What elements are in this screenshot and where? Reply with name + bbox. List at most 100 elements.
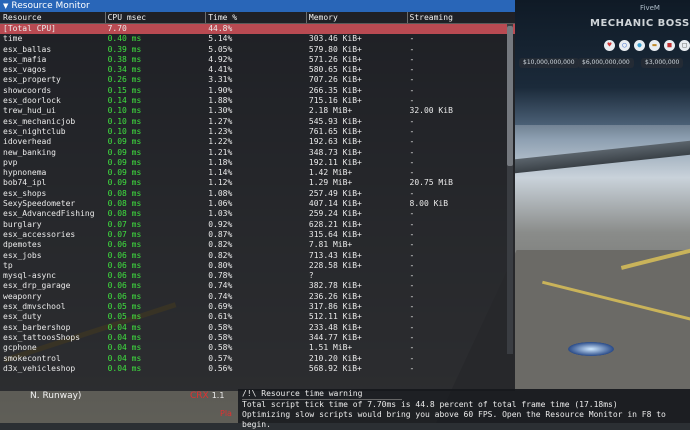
table-row[interactable]: weaponry 0.06 ms 0.74% 236.26 KiB+ - <box>0 292 515 302</box>
column-header-time[interactable]: Time % <box>205 12 306 23</box>
table-row[interactable]: esx_dmvschool 0.05 ms 0.69% 317.86 KiB+ - <box>0 302 515 312</box>
bridge <box>515 140 690 174</box>
table-row[interactable]: esx_vagos 0.34 ms 4.41% 580.65 KiB+ - <box>0 65 515 75</box>
table-row[interactable]: d3x_vehicleshop 0.04 ms 0.56% 568.92 KiB+ - <box>0 364 515 374</box>
table-row[interactable]: esx_property 0.26 ms 3.31% 707.26 KiB+ - <box>0 75 515 85</box>
table-row[interactable]: esx_barbershop 0.04 ms 0.58% 233.48 KiB+ - <box>0 323 515 333</box>
cell-memory: 713.43 KiB+ <box>308 250 362 260</box>
table-header: Resource CPU msec Time % Memory Streamin… <box>0 12 515 24</box>
table-row[interactable]: esx_doorlock 0.14 ms 1.88% 715.16 KiB+ - <box>0 96 515 106</box>
table-row[interactable]: new_banking 0.09 ms 1.21% 348.73 KiB+ - <box>0 148 515 158</box>
cell-memory: 545.93 KiB+ <box>308 116 362 126</box>
table-row[interactable]: SexySpeedometer 0.08 ms 1.06% 407.14 KiB+ 8.… <box>0 199 515 209</box>
cell-memory: 236.26 KiB+ <box>308 291 362 301</box>
cell-cpu: 0.26 ms <box>107 75 142 85</box>
cell-memory: 210.20 KiB+ <box>308 353 362 363</box>
window-title-bar[interactable]: ▼ Resource Monitor <box>0 0 515 12</box>
cell-streaming: - <box>409 260 415 270</box>
cell-memory: 382.78 KiB+ <box>308 281 362 291</box>
table-row[interactable]: esx_jobs 0.06 ms 0.82% 713.43 KiB+ - <box>0 251 515 261</box>
table-row[interactable]: esx_AdvancedFishing 0.08 ms 1.03% 259.24 Ki… <box>0 209 515 219</box>
cell-streaming: - <box>409 250 415 260</box>
table-row[interactable]: tp 0.06 ms 0.80% 228.58 KiB+ - <box>0 261 515 271</box>
cell-time: 1.03% <box>208 209 233 219</box>
cell-cpu: 0.05 ms <box>107 312 142 322</box>
cell-resource: SexySpeedometer <box>3 199 76 209</box>
cell-cpu: 0.07 ms <box>107 229 142 239</box>
cell-time: 0.78% <box>208 271 233 281</box>
cell-cpu: 0.04 ms <box>107 332 142 342</box>
table-row[interactable]: gcphone 0.04 ms 0.58% 1.51 MiB+ - <box>0 343 515 353</box>
cell-time: 1.88% <box>208 96 233 106</box>
scrollbar-thumb[interactable] <box>507 26 513 166</box>
table-row[interactable]: idoverhead 0.09 ms 1.22% 192.63 KiB+ - <box>0 137 515 147</box>
cell-streaming: - <box>409 281 415 291</box>
cell-memory: 628.21 KiB+ <box>308 219 362 229</box>
cell-streaming: - <box>409 65 415 75</box>
cell-time: 1.08% <box>208 188 233 198</box>
table-row[interactable]: dpemotes 0.06 ms 0.82% 7.81 MiB+ - <box>0 240 515 250</box>
cell-time: 0.82% <box>208 250 233 260</box>
table-row[interactable]: [Total CPU] 7.70 44.8% <box>0 24 515 35</box>
cell-resource: esx_mechanicjob <box>3 116 76 126</box>
collapse-triangle-icon[interactable]: ▼ <box>3 0 8 12</box>
cell-memory: 315.64 KiB+ <box>308 229 362 239</box>
table-row[interactable]: esx_drp_garage 0.06 ms 0.74% 382.78 KiB+ - <box>0 281 515 291</box>
table-row[interactable]: bob74_ipl 0.09 ms 1.12% 1.29 MiB+ 20.75 MiB <box>0 178 515 188</box>
cell-streaming: - <box>409 302 415 312</box>
cell-streaming: - <box>409 240 415 250</box>
column-header-memory[interactable]: Memory <box>305 12 407 23</box>
cell-resource: esx_jobs <box>3 250 42 260</box>
table-row[interactable]: esx_accessories 0.07 ms 0.87% 315.64 KiB+ - <box>0 230 515 240</box>
table-row[interactable]: esx_nightclub 0.10 ms 1.23% 761.65 KiB+ - <box>0 127 515 137</box>
cell-cpu: 0.09 ms <box>107 137 142 147</box>
table-row[interactable]: esx_tattoosShops 0.04 ms 0.58% 344.77 KiB+ - <box>0 333 515 343</box>
cell-time: 0.74% <box>208 291 233 301</box>
black-money: $3,000,000 <box>641 58 684 68</box>
cell-cpu: 0.05 ms <box>107 302 142 312</box>
table-row[interactable]: showcoords 0.15 ms 1.90% 266.35 KiB+ - <box>0 86 515 96</box>
table-row[interactable]: hypnonema 0.09 ms 1.14% 1.42 MiB+ - <box>0 168 515 178</box>
table-row[interactable]: esx_mafia 0.38 ms 4.92% 571.26 KiB+ - <box>0 55 515 65</box>
table-row[interactable]: smokecontrol 0.04 ms 0.57% 210.20 KiB+ - <box>0 354 515 364</box>
cell-streaming: - <box>409 116 415 126</box>
cell-resource: esx_tattoosShops <box>3 332 81 342</box>
cell-memory: 571.26 KiB+ <box>308 54 362 64</box>
column-header-resource[interactable]: Resource <box>0 12 105 23</box>
cell-memory: 7.81 MiB+ <box>308 240 353 250</box>
table-row[interactable]: pvp 0.09 ms 1.18% 192.11 KiB+ - <box>0 158 515 168</box>
cell-memory: 761.65 KiB+ <box>308 126 362 136</box>
table-row[interactable]: esx_shops 0.08 ms 1.08% 257.49 KiB+ - <box>0 189 515 199</box>
cell-cpu: 0.08 ms <box>107 188 142 198</box>
cell-time: 1.14% <box>208 168 233 178</box>
table-row[interactable]: trew_hud_ui 0.10 ms 1.30% 2.18 MiB+ 32.00 Ki… <box>0 106 515 116</box>
table-row[interactable]: mysql-async 0.06 ms 0.78%? - <box>0 271 515 281</box>
cell-cpu: 0.09 ms <box>107 147 142 157</box>
cell-memory: 233.48 KiB+ <box>308 322 362 332</box>
cell-resource: esx_mafia <box>3 54 47 64</box>
table-row[interactable]: time 0.40 ms 5.14% 303.46 KiB+ - <box>0 34 515 44</box>
job-title: MECHANIC BOSS <box>590 18 690 29</box>
warning-line-2: Optimizing slow scripts would bring you … <box>242 410 666 429</box>
table-scrollbar[interactable] <box>507 24 513 354</box>
table-row[interactable]: esx_ballas 0.39 ms 5.05% 579.80 KiB+ - <box>0 45 515 55</box>
table-row[interactable]: burglary 0.07 ms 0.92% 628.21 KiB+ - <box>0 220 515 230</box>
cell-resource: d3x_vehicleshop <box>3 363 76 373</box>
table-row[interactable]: esx_mechanicjob 0.10 ms 1.27% 545.93 KiB+ - <box>0 117 515 127</box>
resource-monitor-window: ▼ Resource Monitor Resource CPU msec Time… <box>0 0 515 391</box>
cell-streaming: - <box>409 188 415 198</box>
cell-time: 0.58% <box>208 332 233 342</box>
column-header-cpu[interactable]: CPU msec <box>104 12 206 23</box>
column-header-streaming[interactable]: Streaming <box>406 12 515 23</box>
cell-time: 44.8% <box>208 24 233 33</box>
cell-streaming: - <box>409 137 415 147</box>
cell-resource: burglary <box>3 219 42 229</box>
cell-memory: 257.49 KiB+ <box>308 188 362 198</box>
cell-time: 1.90% <box>208 85 233 95</box>
cell-time: 4.41% <box>208 65 233 75</box>
cell-memory: 317.86 KiB+ <box>308 302 362 312</box>
cell-time: 0.61% <box>208 312 233 322</box>
cell-memory: 266.35 KiB+ <box>308 85 362 95</box>
table-row[interactable]: esx_duty 0.05 ms 0.61% 512.11 KiB+ - <box>0 312 515 322</box>
ground-light <box>568 342 614 356</box>
